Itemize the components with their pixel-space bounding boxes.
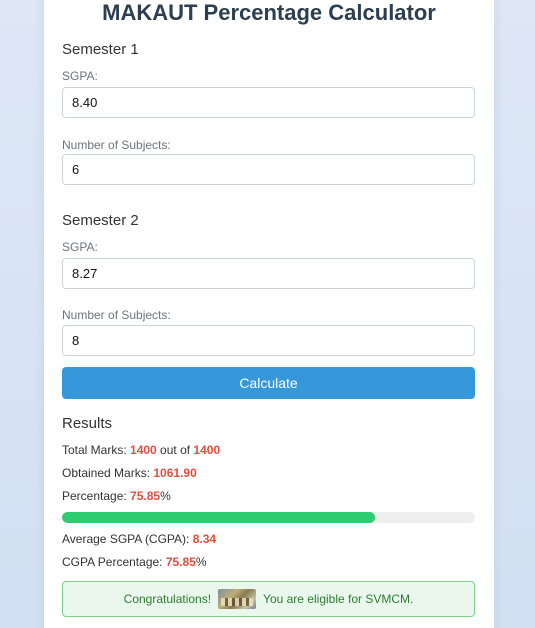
cgpa-percentage-label: CGPA Percentage: [62, 555, 166, 569]
percentage-line: Percentage: 75.85% [62, 489, 171, 503]
page-title: MAKAUT Percentage Calculator [102, 0, 436, 25]
obtained-marks-value: 1061.90 [153, 466, 197, 480]
cgpa-value: 8.34 [192, 532, 217, 546]
semester-2-title: Semester 2 [62, 212, 139, 229]
eligibility-banner: Congratulations! You are eligible for SV… [62, 581, 475, 617]
total-marks-value: 1400 [130, 443, 157, 457]
celebration-image-icon [218, 589, 257, 609]
obtained-marks-line: Obtained Marks: 1061.90 [62, 466, 197, 480]
calculate-button[interactable]: Calculate [62, 367, 475, 399]
semester-2-subjects-input[interactable] [62, 325, 475, 356]
cgpa-percent-sign: % [195, 555, 207, 569]
calculator-card: MAKAUT Percentage Calculator Semester 1 … [44, 0, 494, 628]
cgpa-line: Average SGPA (CGPA): 8.34 [62, 532, 216, 546]
semester-2-sgpa-input[interactable] [62, 258, 475, 289]
total-max-value: 1400 [193, 443, 221, 457]
semester-1-sgpa-input[interactable] [62, 87, 475, 118]
semester-2-sgpa-label: SGPA: [62, 240, 98, 254]
out-of-text: out of [156, 443, 194, 457]
percentage-progress-bar [62, 512, 475, 523]
percentage-progress-fill [62, 512, 376, 523]
percentage-value: 75.85 [130, 489, 161, 503]
cgpa-percentage-line: CGPA Percentage: 75.85% [62, 555, 207, 569]
percent-sign: % [160, 489, 171, 503]
cgpa-label: Average SGPA (CGPA): [62, 532, 193, 546]
semester-1-subjects-input[interactable] [62, 154, 475, 185]
semester-1-sgpa-label: SGPA: [62, 69, 98, 83]
total-marks-line: Total Marks: 1400 out of 1400 [62, 443, 220, 457]
eligibility-text: You are eligible for SVMCM. [263, 592, 414, 606]
obtained-marks-label: Obtained Marks: [62, 466, 154, 480]
semester-1-title: Semester 1 [62, 41, 139, 58]
total-marks-label: Total Marks: [62, 443, 131, 457]
congrats-text: Congratulations! [123, 592, 212, 606]
semester-1-subjects-label: Number of Subjects: [62, 138, 171, 152]
semester-2-subjects-label: Number of Subjects: [62, 308, 171, 322]
results-title: Results [62, 415, 113, 432]
percentage-label: Percentage: [62, 489, 131, 503]
cgpa-percentage-value: 75.85 [165, 555, 196, 569]
